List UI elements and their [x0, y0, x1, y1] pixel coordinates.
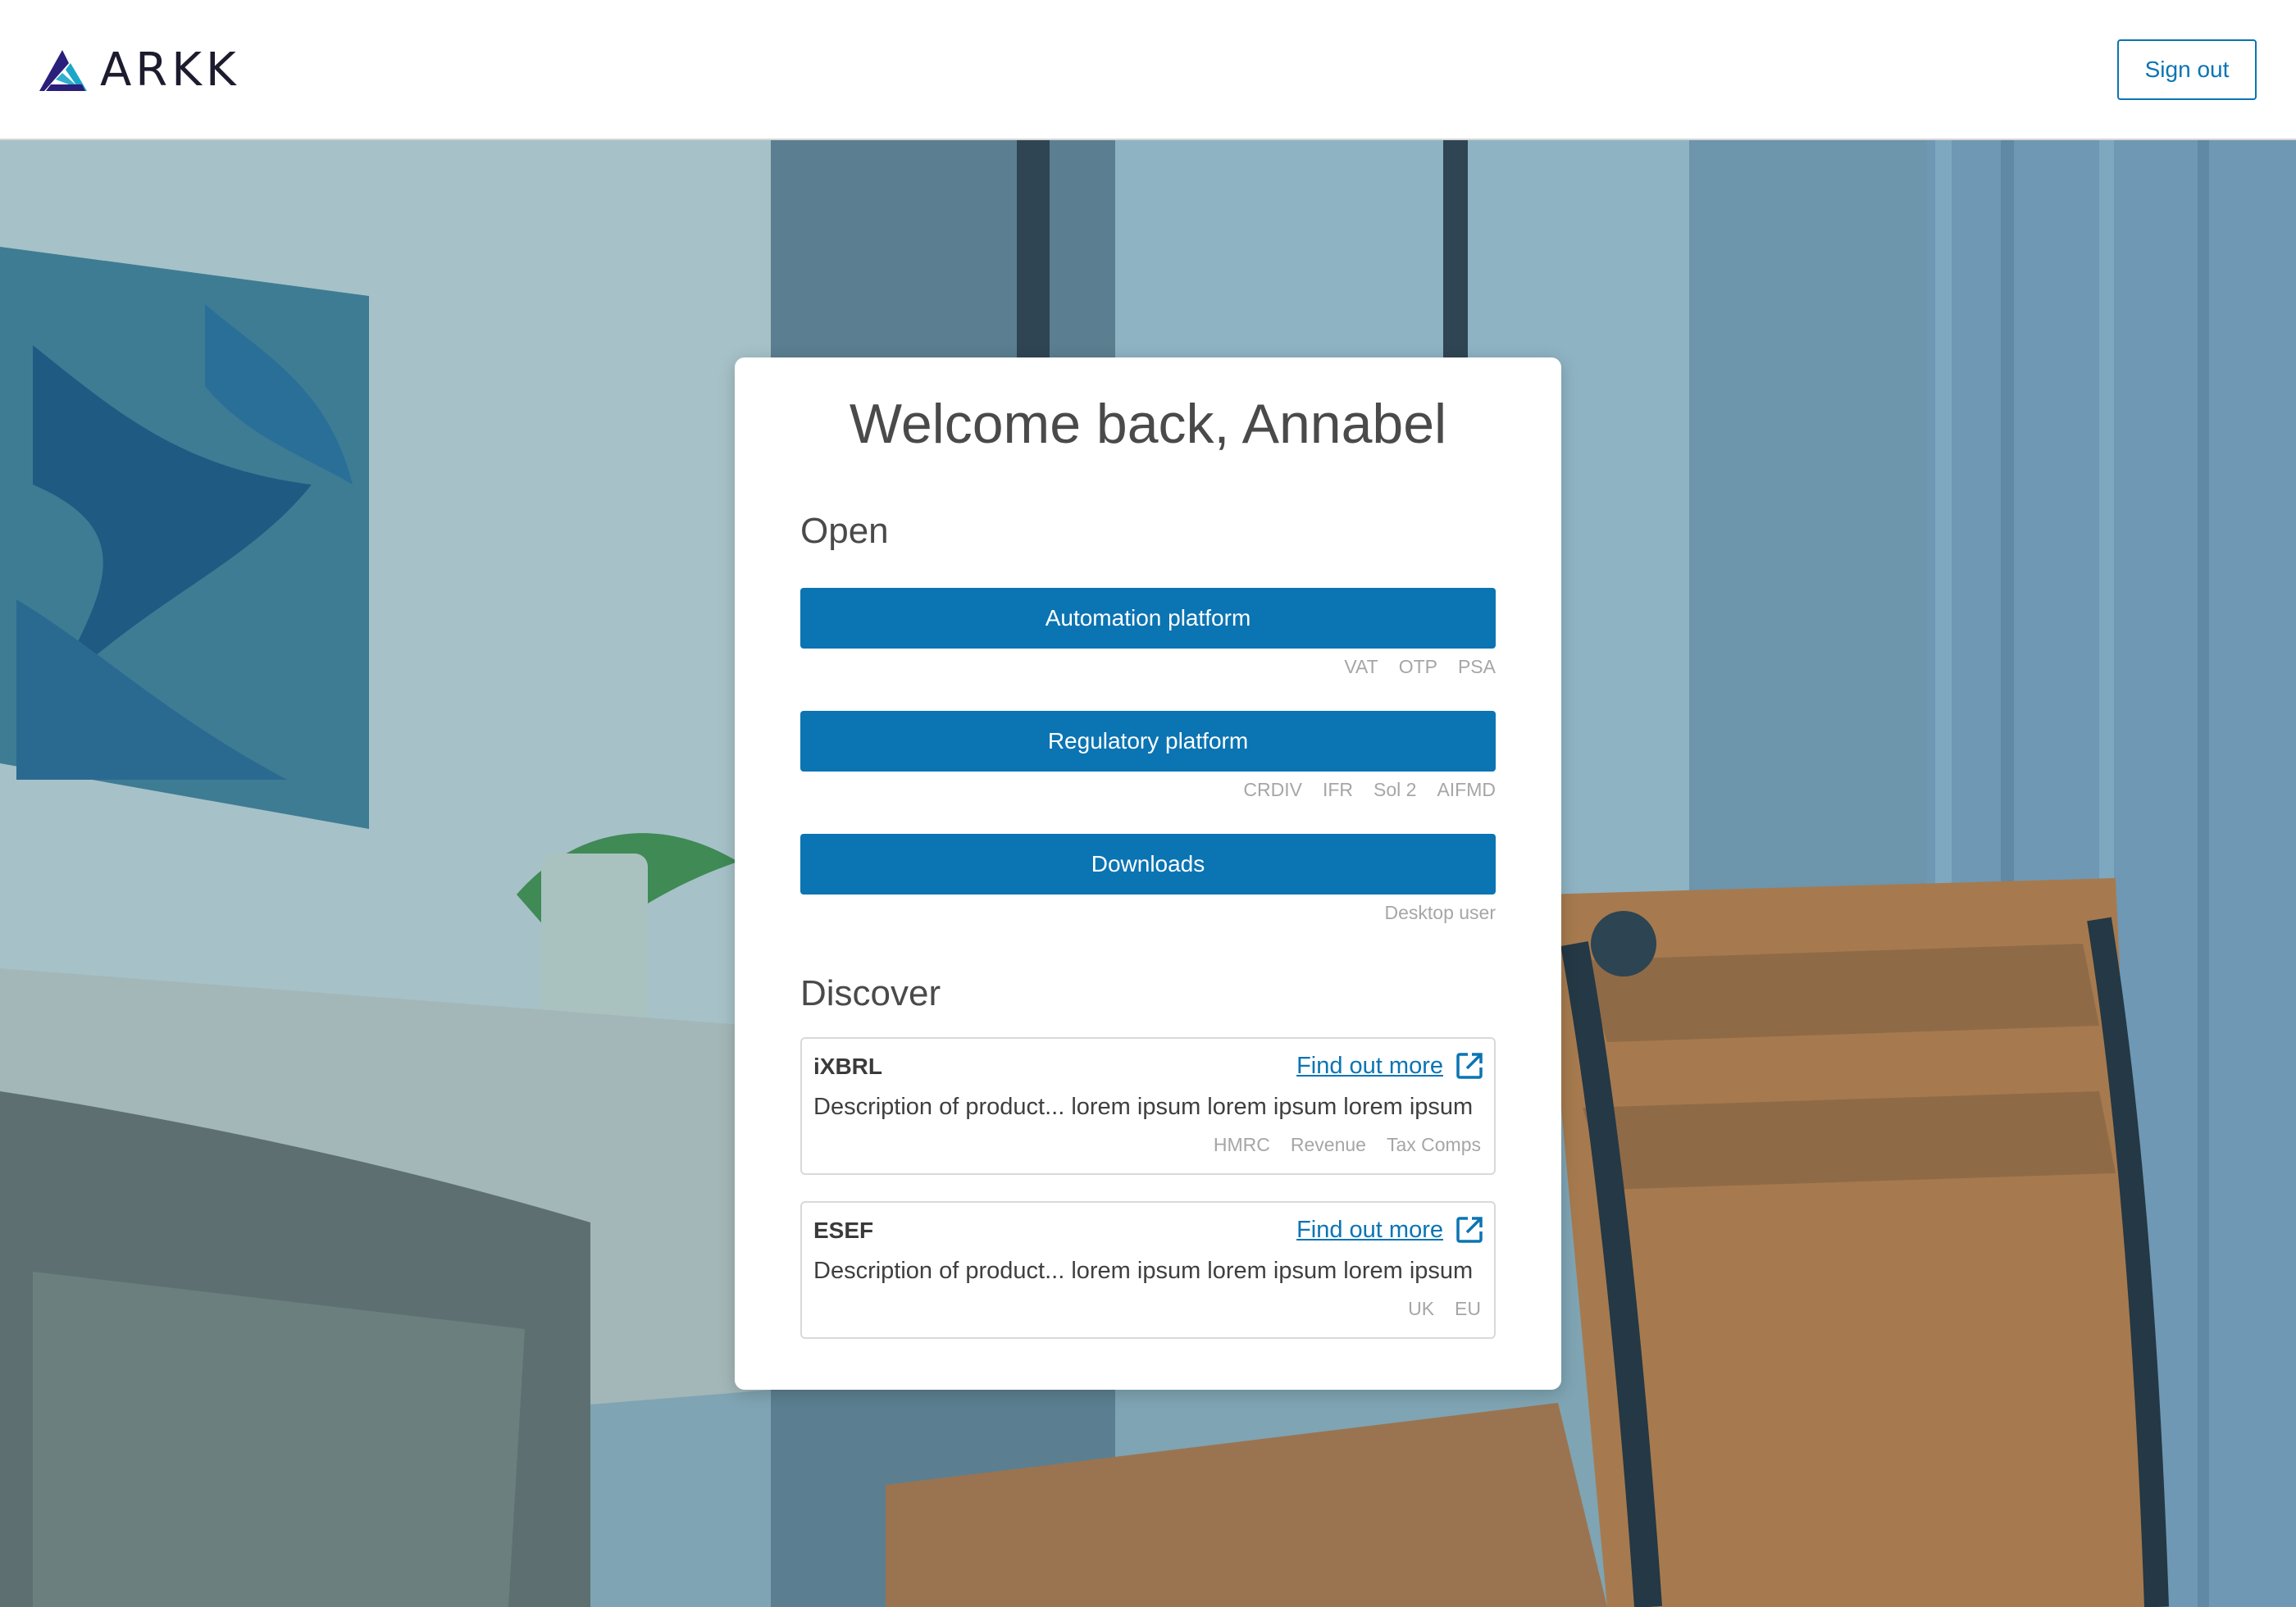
tag: VAT — [1344, 656, 1378, 677]
welcome-heading: Welcome back, Annabel — [849, 393, 1447, 455]
external-link-icon[interactable] — [1455, 1051, 1484, 1081]
tag: UK — [1408, 1298, 1435, 1319]
tag: Tax Comps — [1386, 1134, 1481, 1155]
arkk-logo[interactable]: ARKK — [38, 46, 240, 95]
logo-wordmark: ARKK — [100, 43, 240, 97]
product-tags: UK EU — [1387, 1296, 1481, 1321]
product-name: ESEF — [813, 1218, 874, 1243]
external-link-icon[interactable] — [1455, 1215, 1484, 1245]
product-tags: HMRC Revenue Tax Comps — [1193, 1132, 1481, 1157]
find-out-more-label[interactable]: Find out more — [1296, 1214, 1443, 1245]
find-out-more-label[interactable]: Find out more — [1296, 1050, 1443, 1081]
regulatory-platform-button[interactable]: Regulatory platform — [800, 711, 1496, 772]
tag: Revenue — [1290, 1134, 1366, 1155]
sign-out-button[interactable]: Sign out — [2117, 39, 2257, 100]
product-description: Description of product... lorem ipsum lo… — [813, 1258, 1474, 1284]
tag: AIFMD — [1437, 779, 1496, 800]
tag: HMRC — [1213, 1134, 1270, 1155]
product-card-ixbrl: iXBRL Find out more Description of produ… — [800, 1037, 1496, 1175]
product-card-esef: ESEF Find out more Description of produc… — [800, 1201, 1496, 1339]
automation-platform-tags: VAT OTP PSA — [800, 654, 1496, 679]
downloads-tags: Desktop user — [800, 900, 1496, 925]
arkk-logo-icon — [39, 50, 87, 91]
find-out-more-link[interactable]: Find out more — [1296, 1050, 1484, 1081]
discover-section-title: Discover — [800, 973, 941, 1013]
tag: OTP — [1398, 656, 1437, 677]
regulatory-platform-tags: CRDIV IFR Sol 2 AIFMD — [800, 777, 1496, 802]
find-out-more-link[interactable]: Find out more — [1296, 1214, 1484, 1245]
tag: PSA — [1457, 656, 1496, 677]
tag: CRDIV — [1243, 779, 1302, 800]
tag: IFR — [1322, 779, 1353, 800]
tag: Desktop user — [1384, 902, 1496, 923]
tag: EU — [1455, 1298, 1481, 1319]
product-description: Description of product... lorem ipsum lo… — [813, 1094, 1474, 1120]
product-name: iXBRL — [813, 1054, 882, 1079]
top-header: ARKK Sign out — [0, 0, 2296, 140]
open-section-title: Open — [800, 511, 889, 551]
automation-platform-button[interactable]: Automation platform — [800, 588, 1496, 649]
downloads-button[interactable]: Downloads — [800, 834, 1496, 895]
tag: Sol 2 — [1374, 779, 1417, 800]
welcome-card: Welcome back, Annabel Open Automation pl… — [735, 357, 1561, 1390]
